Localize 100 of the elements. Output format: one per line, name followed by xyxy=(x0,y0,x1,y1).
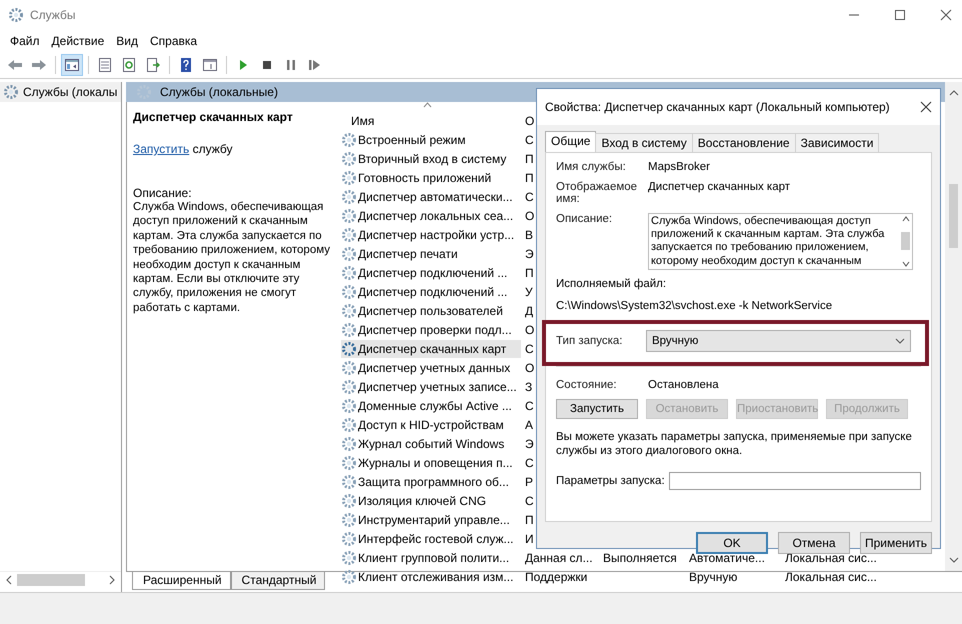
scroll-thumb[interactable] xyxy=(949,184,958,248)
gear-icon xyxy=(341,568,357,584)
scroll-thumb[interactable] xyxy=(17,574,85,586)
close-icon[interactable] xyxy=(920,101,932,113)
description-label: Описание: xyxy=(133,186,193,200)
menu-item[interactable]: Файл xyxy=(5,32,45,50)
gear-icon xyxy=(341,170,357,186)
start-link[interactable]: Запустить xyxy=(133,142,190,156)
gear-icon xyxy=(341,550,357,566)
dialog-tab[interactable]: Вход в систему xyxy=(595,133,693,152)
menu-item[interactable]: Действие xyxy=(46,32,110,50)
scroll-left-icon[interactable] xyxy=(4,575,14,585)
dialog-tab[interactable]: Зависимости xyxy=(794,133,880,152)
service-name-cell[interactable]: Диспетчер печати xyxy=(341,244,521,262)
service-name-cell[interactable]: Встроенный режим xyxy=(341,130,521,148)
service-name-cell[interactable]: Клиент групповой полити... xyxy=(341,548,521,566)
field-label: Состояние: xyxy=(556,378,618,391)
menu-item[interactable]: Вид xyxy=(111,32,143,50)
field-value: Диспетчер скачанных карт xyxy=(648,181,790,193)
chevron-down-icon xyxy=(895,338,905,344)
gear-icon xyxy=(341,322,357,338)
table-cell: Вручную xyxy=(689,570,738,584)
start-service-text: Запустить службу xyxy=(133,142,234,156)
table-cell: Поддержки xyxy=(525,570,588,584)
service-name-cell[interactable]: Готовность приложений xyxy=(341,168,521,186)
dialog-button[interactable]: Отмена xyxy=(778,532,850,554)
gear-icon xyxy=(341,284,357,300)
field-value: MapsBroker xyxy=(648,161,710,173)
service-name-cell[interactable]: Диспетчер проверки подл... xyxy=(341,320,521,338)
service-name-cell[interactable]: Клиент отслеживания изм... xyxy=(341,568,521,586)
table-cell: Э xyxy=(525,246,534,260)
service-name-cell[interactable]: Интерфейс гостевой служ... xyxy=(341,530,521,548)
service-title: Диспетчер скачанных карт xyxy=(133,110,294,124)
menu-item[interactable]: Справка xyxy=(145,32,202,50)
table-cell: С xyxy=(525,132,534,146)
gear-icon xyxy=(341,226,357,242)
view-tab[interactable]: Стандартный xyxy=(230,572,326,590)
service-button[interactable]: Запустить xyxy=(556,398,638,419)
gear-icon xyxy=(341,474,357,490)
scroll-up-icon[interactable] xyxy=(902,215,910,223)
table-cell: П xyxy=(525,170,534,184)
service-name-cell[interactable]: Доступ к HID-устройствам xyxy=(341,416,521,434)
table-cell: Локальная сис... xyxy=(785,570,877,584)
service-name-cell[interactable]: Диспетчер скачанных карт xyxy=(341,340,521,358)
description-text: Служба Windows, обеспечивающая доступ приложений к скачанным картам. Эта служба запускается по требованию приложением, которому необходим доступ к скачанным картам. Если вы отключите эту службу, приложения не смогут работать с картами. xyxy=(133,200,331,315)
sort-caret-icon xyxy=(423,102,432,108)
gear-icon xyxy=(3,84,19,100)
service-name-cell[interactable]: Вторичный вход в систему xyxy=(341,150,521,168)
service-name-cell[interactable]: Диспетчер учетных записе... xyxy=(341,378,521,396)
field-label: Имя службы: xyxy=(556,161,627,173)
dialog-button[interactable]: Применить xyxy=(860,532,932,554)
service-name-cell[interactable]: Диспетчер подключений ... xyxy=(341,282,521,300)
table-cell: А xyxy=(525,418,534,432)
gear-icon xyxy=(341,150,357,166)
service-name-cell[interactable]: Диспетчер автоматически... xyxy=(341,188,521,206)
gear-icon xyxy=(341,302,357,318)
table-cell: О xyxy=(525,208,534,222)
gear-icon xyxy=(341,436,357,452)
table-cell: О xyxy=(525,360,534,374)
table-cell: В xyxy=(525,228,534,242)
field-label: Исполняемый файл: xyxy=(556,278,668,290)
service-name-cell[interactable]: Диспетчер подключений ... xyxy=(341,264,521,282)
scroll-down-icon[interactable] xyxy=(902,260,910,268)
service-name-cell[interactable]: Защита программного об... xyxy=(341,472,521,490)
table-cell: Э xyxy=(525,436,534,450)
window-title: Службы xyxy=(30,8,76,22)
field-label: Описание: xyxy=(556,213,614,225)
column-header[interactable]: О xyxy=(525,114,534,128)
startup-type-dropdown[interactable]: Вручную xyxy=(646,330,911,352)
maximize-icon[interactable] xyxy=(894,9,906,21)
table-cell: С xyxy=(525,398,534,412)
gear-icon xyxy=(341,340,357,356)
service-name-cell[interactable]: Диспетчер учетных данных xyxy=(341,358,521,376)
scroll-right-icon[interactable] xyxy=(107,575,117,585)
close-icon[interactable] xyxy=(940,9,952,21)
parameters-input[interactable] xyxy=(668,472,921,490)
description-box[interactable]: Служба Windows, обеспечивающая доступ приложений к скачанным картам. Эта служба запускается по требованию приложением, которому необходим доступ к скачанным xyxy=(648,213,913,270)
console-tree-icon[interactable] xyxy=(61,54,83,76)
dialog-tab[interactable]: Общие xyxy=(545,131,596,152)
tree-item[interactable]: Службы (локалы xyxy=(0,82,121,102)
dialog-button[interactable]: OK xyxy=(696,532,768,554)
service-name-cell[interactable]: Журналы и оповещения п... xyxy=(341,454,521,472)
table-cell: Выполняется xyxy=(603,550,677,564)
service-name-cell[interactable]: Изоляция ключей CNG xyxy=(341,492,521,510)
gear-icon xyxy=(341,398,357,414)
view-tab[interactable]: Расширенный xyxy=(132,572,231,590)
service-name-cell[interactable]: Доменные службы Active ... xyxy=(341,396,521,414)
service-name-cell[interactable]: Диспетчер локальных сеа... xyxy=(341,206,521,224)
service-name-cell[interactable]: Журнал событий Windows xyxy=(341,434,521,452)
field-value: Остановлена xyxy=(648,378,719,391)
table-cell: С xyxy=(525,190,534,204)
scroll-up-icon[interactable] xyxy=(948,88,958,98)
table-cell: И xyxy=(525,532,534,546)
service-name-cell[interactable]: Инструментарий управле... xyxy=(341,510,521,528)
service-name-cell[interactable]: Диспетчер пользователей xyxy=(341,302,521,320)
service-name-cell[interactable]: Диспетчер настройки устр... xyxy=(341,226,521,244)
column-header[interactable]: Имя xyxy=(341,114,521,128)
field-label: Параметры запуска: xyxy=(556,475,665,488)
scroll-thumb[interactable] xyxy=(901,232,910,250)
scroll-down-icon[interactable] xyxy=(948,555,958,565)
